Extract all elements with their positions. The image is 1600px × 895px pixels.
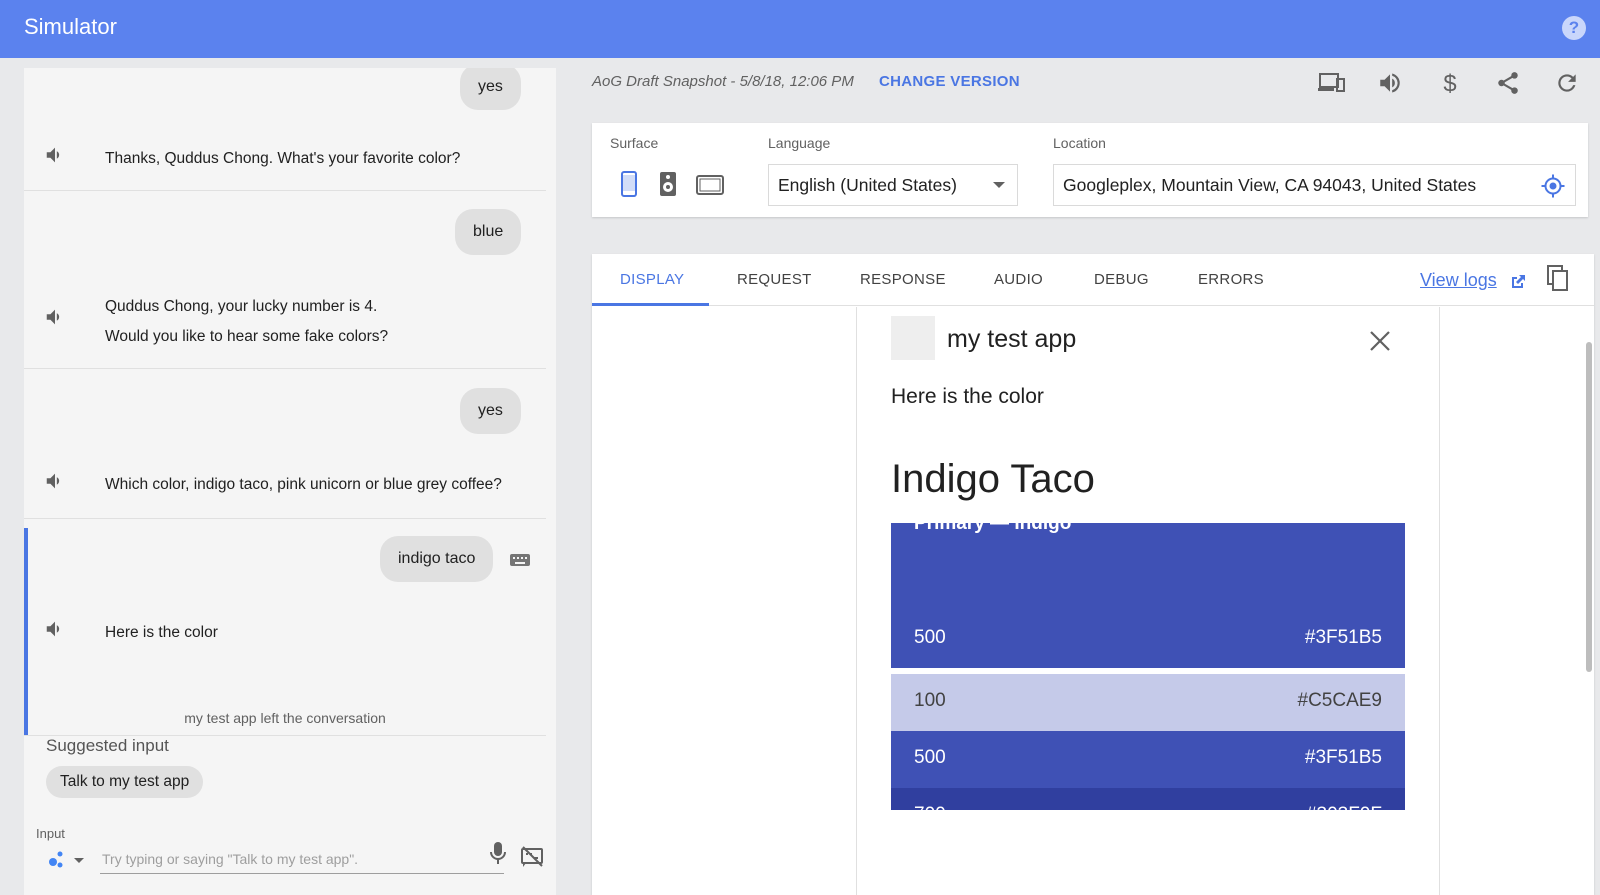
app-header: Simulator ?	[0, 0, 1600, 58]
language-select[interactable]: English (United States)	[768, 164, 1018, 206]
display-preview: my test app Here is the color Indigo Tac…	[856, 307, 1440, 895]
keyboard-icon	[510, 554, 530, 566]
swatch-row: 500 #3F51B5	[891, 731, 1405, 788]
tab-response[interactable]: RESPONSE	[860, 271, 946, 288]
swatch-shade: 500	[914, 747, 946, 768]
output-panel: DISPLAY REQUEST RESPONSE AUDIO DEBUG ERR…	[592, 254, 1594, 895]
conversation-end-note: my test app left the conversation	[184, 710, 386, 726]
tab-bar: DISPLAY REQUEST RESPONSE AUDIO DEBUG ERR…	[592, 254, 1594, 306]
swatch-header: Primary — Indigo	[914, 523, 1072, 534]
active-turn-indicator	[24, 528, 28, 735]
tab-audio[interactable]: AUDIO	[994, 271, 1043, 288]
swatch-hex: #3F51B5	[1304, 747, 1382, 768]
user-message[interactable]: blue	[455, 209, 522, 255]
speaker-icon[interactable]	[44, 470, 66, 492]
help-icon[interactable]: ?	[1562, 16, 1586, 40]
dollar-icon[interactable]: $	[1436, 70, 1464, 96]
tab-errors[interactable]: ERRORS	[1198, 271, 1264, 288]
keyboard-off-icon[interactable]	[520, 846, 544, 868]
assistant-icon[interactable]	[46, 848, 90, 870]
conversation-panel: yes Thanks, Quddus Chong. What's your fa…	[24, 68, 556, 895]
scrollbar-thumb[interactable]	[1586, 342, 1592, 672]
response-text: Here is the color	[891, 385, 1044, 408]
user-message[interactable]: indigo taco	[380, 536, 494, 582]
speaker-icon[interactable]	[44, 144, 66, 166]
speaker-icon[interactable]	[44, 618, 66, 640]
devices-icon[interactable]	[1318, 70, 1346, 96]
location-field[interactable]: Googleplex, Mountain View, CA 94043, Uni…	[1053, 164, 1576, 206]
turn-divider	[24, 518, 546, 519]
chat-input[interactable]	[100, 844, 504, 874]
swatch-hex: #3F51B5	[1304, 627, 1382, 648]
app-name: my test app	[947, 325, 1077, 353]
open-external-icon[interactable]	[1510, 274, 1526, 290]
tab-display[interactable]: DISPLAY	[620, 271, 684, 288]
tab-request[interactable]: REQUEST	[737, 271, 812, 288]
card-title: Indigo Taco	[891, 457, 1095, 501]
user-message[interactable]: yes	[460, 68, 521, 110]
swatch-shade: 500	[914, 627, 946, 648]
tablet-surface-icon[interactable]	[696, 175, 724, 195]
bot-message-line: Would you like to hear some fake colors?	[105, 328, 389, 345]
change-version-button[interactable]: CHANGE VERSION	[879, 73, 1020, 90]
location-value: Googleplex, Mountain View, CA 94043, Uni…	[1063, 175, 1477, 195]
app-logo	[891, 316, 935, 360]
version-label: AoG Draft Snapshot - 5/8/18, 12:06 PM	[592, 73, 854, 90]
language-value: English (United States)	[778, 175, 957, 195]
bot-message: Here is the color	[105, 624, 218, 641]
primary-swatch: Primary — Indigo 500 #3F51B5	[891, 523, 1405, 668]
refresh-icon[interactable]	[1553, 70, 1581, 96]
swatch-hex: #303F9F	[1306, 804, 1382, 810]
swatch-shade: 700	[914, 804, 946, 810]
close-icon[interactable]	[1369, 330, 1391, 352]
swatch-shade: 100	[914, 690, 946, 711]
suggested-input-label: Suggested input	[46, 736, 169, 755]
suggestion-chip[interactable]: Talk to my test app	[46, 766, 204, 798]
microphone-icon[interactable]	[486, 840, 510, 868]
chevron-down-icon	[993, 182, 1005, 188]
settings-card: Surface Language English (United States)…	[592, 123, 1588, 217]
share-icon[interactable]	[1494, 70, 1522, 96]
view-logs-link[interactable]: View logs	[1420, 270, 1497, 291]
color-swatch-list: Primary — Indigo 500 #3F51B5 100 #C5CAE9…	[891, 523, 1405, 810]
tab-debug[interactable]: DEBUG	[1094, 271, 1149, 288]
swatch-row: 700 #303F9F	[891, 788, 1405, 810]
volume-icon[interactable]	[1376, 70, 1404, 96]
bot-message-line: Quddus Chong, your lucky number is 4.	[105, 298, 378, 315]
surface-label: Surface	[610, 135, 659, 151]
user-message[interactable]: yes	[460, 388, 521, 434]
copy-icon[interactable]	[1546, 264, 1570, 292]
svg-text:$: $	[1443, 71, 1456, 96]
my-location-icon[interactable]	[1541, 174, 1565, 198]
active-tab-indicator	[592, 303, 709, 306]
turn-divider	[24, 368, 546, 369]
turn-divider	[24, 190, 546, 191]
phone-surface-icon[interactable]	[620, 171, 638, 197]
swatch-row: 100 #C5CAE9	[891, 674, 1405, 731]
bot-message: Thanks, Quddus Chong. What's your favori…	[105, 150, 461, 167]
swatch-hex: #C5CAE9	[1297, 690, 1383, 711]
app-title: Simulator	[24, 14, 117, 39]
speaker-icon[interactable]	[44, 306, 66, 328]
bot-message: Which color, indigo taco, pink unicorn o…	[105, 476, 502, 493]
speaker-surface-icon[interactable]	[659, 171, 677, 197]
location-label: Location	[1053, 135, 1106, 151]
language-label: Language	[768, 135, 831, 151]
input-label: Input	[36, 826, 65, 841]
